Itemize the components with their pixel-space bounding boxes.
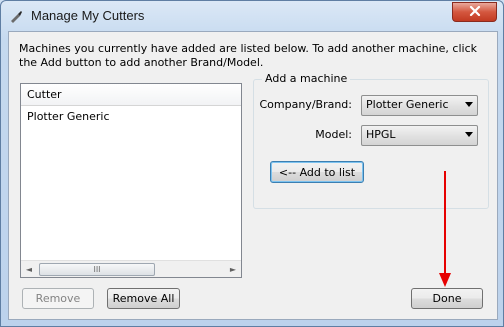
- intro-text: Machines you currently have added are li…: [19, 42, 478, 69]
- cutter-knife-icon: [9, 9, 23, 23]
- annotation-arrow-head: [439, 273, 451, 287]
- remove-button[interactable]: Remove: [22, 288, 94, 309]
- scrollbar-grip: III: [93, 265, 101, 274]
- group-legend: Add a machine: [262, 72, 351, 85]
- close-icon: [469, 5, 481, 19]
- chevron-down-icon: [465, 132, 473, 137]
- dialog-window: Manage My Cutters Machines you currently…: [0, 0, 504, 327]
- company-brand-label: Company/Brand:: [259, 98, 352, 111]
- title-bar[interactable]: Manage My Cutters: [1, 1, 503, 31]
- model-label: Model:: [315, 128, 352, 141]
- company-brand-value: Plotter Generic: [366, 98, 449, 111]
- add-machine-group: Add a machine Company/Brand: Plotter Gen…: [253, 72, 489, 209]
- remove-all-button[interactable]: Remove All: [107, 288, 180, 309]
- list-item[interactable]: Plotter Generic: [27, 110, 110, 123]
- annotation-arrow-shaft: [444, 171, 446, 275]
- horizontal-scrollbar[interactable]: ◄ III ►: [21, 260, 241, 277]
- column-header-cutter[interactable]: Cutter: [21, 84, 241, 106]
- chevron-down-icon: [465, 102, 473, 107]
- model-select[interactable]: HPGL: [361, 125, 478, 146]
- scrollbar-thumb[interactable]: III: [39, 263, 155, 276]
- window-title: Manage My Cutters: [31, 8, 145, 23]
- dialog-body: Machines you currently have added are li…: [8, 31, 498, 320]
- add-to-list-button[interactable]: <-- Add to list: [270, 161, 364, 183]
- close-button[interactable]: [452, 2, 497, 22]
- cutter-list[interactable]: Cutter Plotter Generic ◄ III ►: [20, 83, 242, 278]
- model-value: HPGL: [366, 128, 396, 141]
- done-button[interactable]: Done: [411, 288, 483, 309]
- scroll-left-icon[interactable]: ◄: [21, 261, 37, 277]
- column-header-label: Cutter: [27, 88, 62, 101]
- scroll-right-icon[interactable]: ►: [225, 261, 241, 277]
- company-brand-select[interactable]: Plotter Generic: [361, 95, 478, 116]
